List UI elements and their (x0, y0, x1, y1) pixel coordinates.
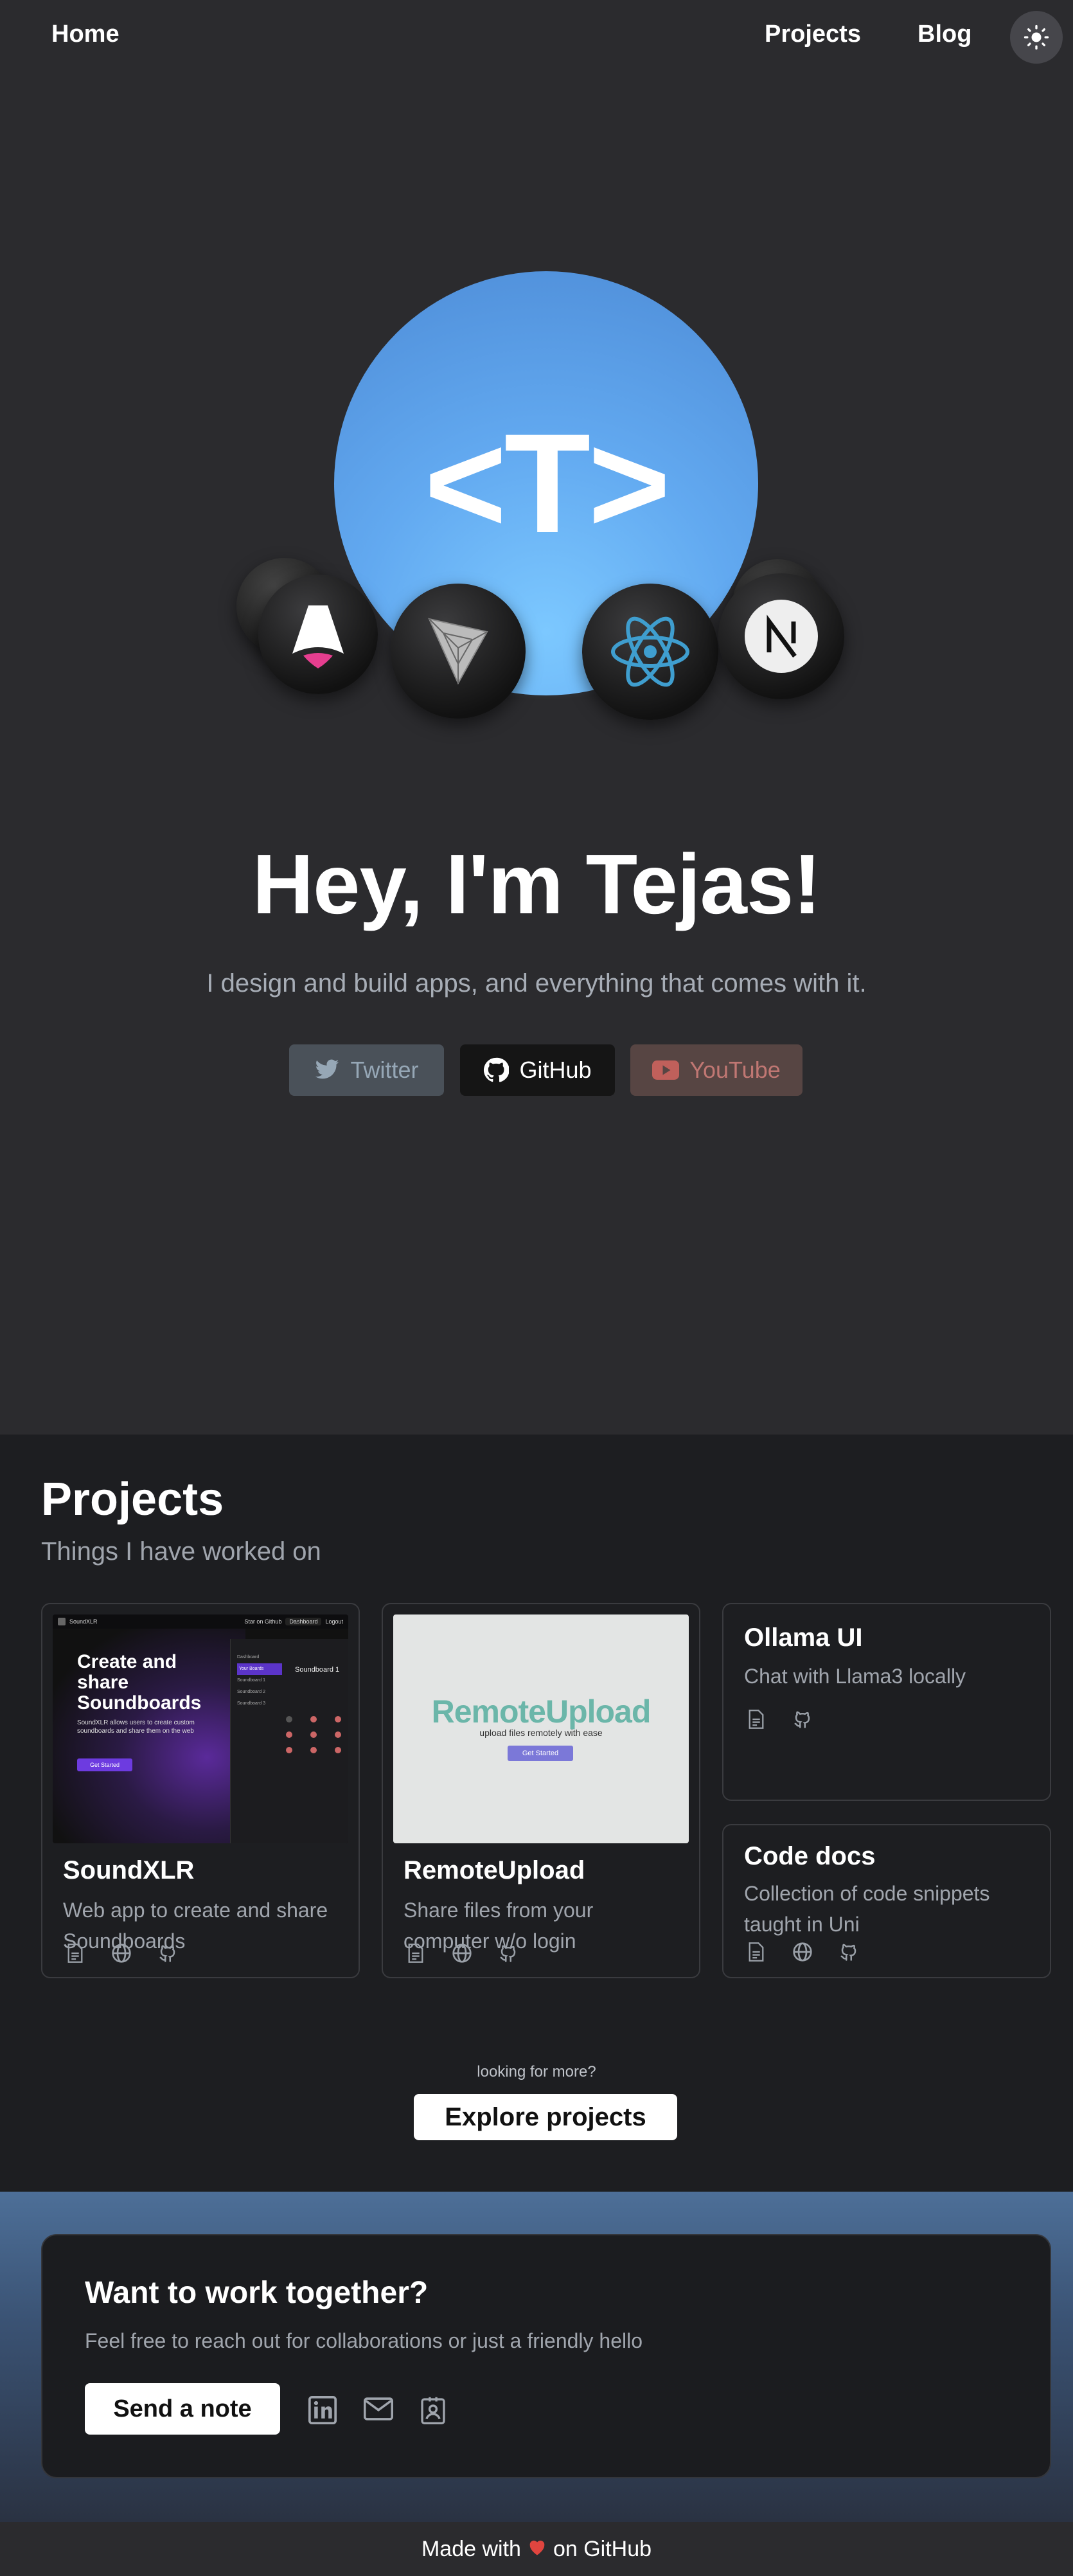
linkedin-icon[interactable] (308, 2396, 337, 2428)
github-icon[interactable] (155, 1941, 180, 1965)
heart-icon (528, 2537, 547, 2562)
twitter-link[interactable]: Twitter (289, 1044, 444, 1096)
hero-illustration: <T> (231, 264, 861, 726)
more-label: looking for more? (477, 2063, 596, 2080)
globe-icon[interactable] (450, 1941, 474, 1965)
contact-card-icon[interactable] (420, 2396, 446, 2428)
project-name: Code docs (744, 1842, 876, 1870)
project-description: Collection of code snippets taught in Un… (744, 1882, 990, 1936)
nav-home[interactable]: Home (51, 21, 120, 48)
footer: Made with on GitHub (0, 2522, 1073, 2576)
docs-icon[interactable] (744, 1707, 768, 1731)
preview-headline: Create and share Soundboards (77, 1651, 202, 1713)
contact-title: Want to work together? (85, 2276, 429, 2310)
sun-icon (1024, 24, 1049, 50)
project-name: RemoteUpload (403, 1856, 585, 1884)
youtube-icon (652, 1060, 680, 1080)
twitter-label: Twitter (350, 1057, 419, 1083)
mail-icon[interactable] (364, 2396, 393, 2428)
preview-tagline: upload files remotely with ease (479, 1728, 603, 1738)
nav-blog[interactable]: Blog (918, 21, 971, 48)
github-label: GitHub (519, 1057, 592, 1083)
logo-text: <T> (424, 404, 670, 562)
project-card-soundxlr[interactable]: SoundXLR Star on Github Dashboard Logout… (41, 1603, 360, 1978)
hero-section: <T> Hey, I'm Tejas! I design and build a… (0, 0, 1073, 1435)
globe-icon[interactable] (790, 1940, 815, 1964)
vite-icon (391, 584, 526, 719)
nav-projects[interactable]: Projects (765, 21, 861, 48)
preview-cta: Get Started (77, 1758, 132, 1771)
docs-icon[interactable] (744, 1940, 768, 1964)
contact-section: Want to work together? Feel free to reac… (0, 2192, 1073, 2522)
projects-section: Projects Things I have worked on SoundXL… (0, 1435, 1073, 2192)
astro-icon (258, 575, 378, 694)
preview-panel-title: Soundboard 1 (295, 1666, 340, 1674)
top-nav: Home Projects Blog (0, 0, 1073, 72)
remoteupload-preview: RemoteUpload upload files remotely with … (393, 1614, 689, 1843)
youtube-label: YouTube (689, 1057, 781, 1083)
project-name: SoundXLR (63, 1856, 195, 1884)
docs-icon[interactable] (403, 1941, 428, 1965)
github-icon[interactable] (837, 1940, 861, 1964)
nextjs-icon (718, 573, 844, 699)
explore-projects-button[interactable]: Explore projects (414, 2094, 677, 2140)
theme-toggle-button[interactable] (1010, 11, 1063, 64)
project-card-remoteupload[interactable]: RemoteUpload upload files remotely with … (382, 1603, 700, 1978)
twitter-icon (315, 1059, 339, 1079)
react-icon (582, 584, 718, 720)
github-icon (484, 1057, 510, 1082)
github-icon[interactable] (790, 1707, 815, 1731)
contact-card: Want to work together? Feel free to reac… (41, 2234, 1051, 2478)
preview-blurb: SoundXLR allows users to create custom s… (77, 1719, 195, 1735)
projects-subtitle: Things I have worked on (41, 1537, 321, 1566)
project-name: Ollama UI (744, 1623, 863, 1652)
preview-cta: Get Started (508, 1746, 573, 1761)
globe-icon[interactable] (109, 1941, 134, 1965)
hero-title: Hey, I'm Tejas! (252, 837, 822, 931)
youtube-link[interactable]: YouTube (630, 1044, 803, 1096)
contact-subtitle: Feel free to reach out for collaboration… (85, 2329, 643, 2352)
footer-github-link[interactable]: on GitHub (553, 2537, 652, 2562)
github-link[interactable]: GitHub (460, 1044, 615, 1096)
hero-subtitle: I design and build apps, and everything … (206, 969, 867, 997)
preview-brand: RemoteUpload (431, 1694, 652, 1730)
footer-prefix: Made with (421, 2536, 521, 2561)
github-icon[interactable] (496, 1941, 520, 1965)
send-note-button[interactable]: Send a note (85, 2383, 280, 2435)
projects-title: Projects (41, 1474, 224, 1525)
project-description: Chat with Llama3 locally (744, 1665, 966, 1688)
preview-brand: SoundXLR (69, 1618, 98, 1625)
project-card-ollama-ui[interactable]: Ollama UI Chat with Llama3 locally (722, 1603, 1051, 1801)
project-card-code-docs[interactable]: Code docs Collection of code snippets ta… (722, 1824, 1051, 1978)
soundxlr-preview: SoundXLR Star on Github Dashboard Logout… (53, 1614, 348, 1843)
docs-icon[interactable] (63, 1941, 87, 1965)
